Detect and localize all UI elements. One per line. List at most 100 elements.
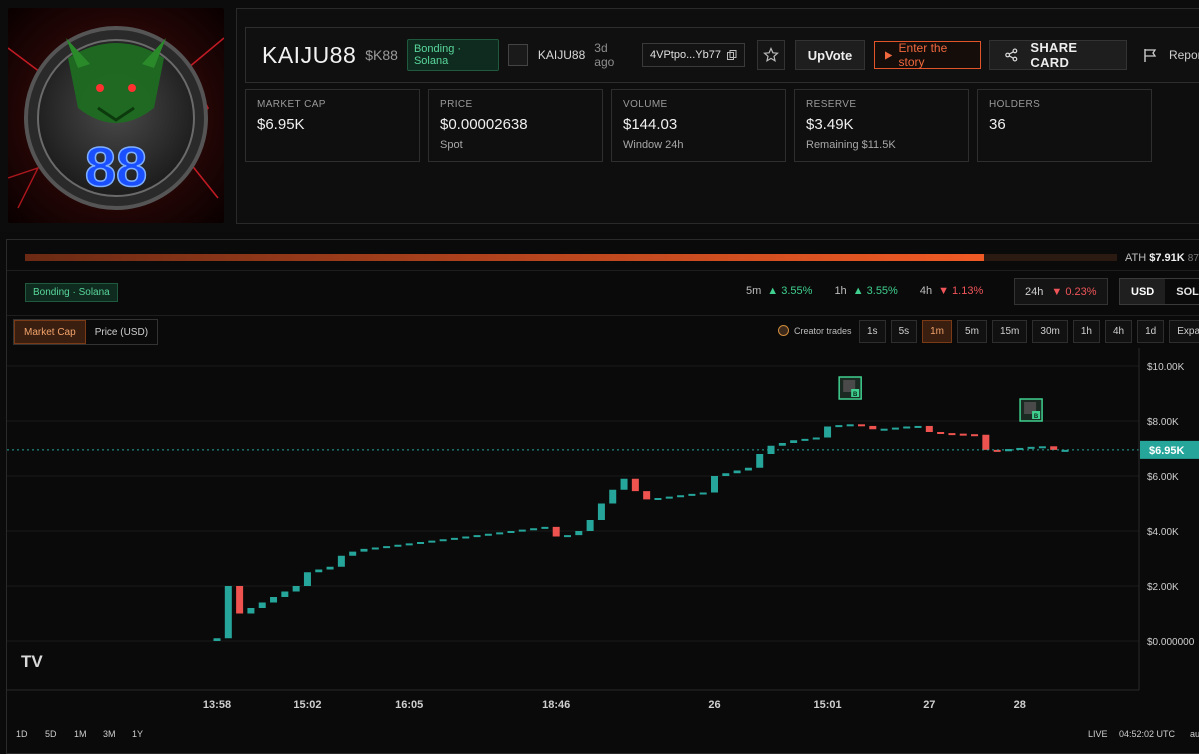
creator-name[interactable]: KAIJU88 <box>538 48 585 62</box>
candle[interactable] <box>360 548 368 552</box>
candle[interactable] <box>394 544 402 547</box>
candle[interactable] <box>857 424 865 427</box>
candlestick-chart[interactable]: B B $10.00K $8.00K $6.00K $4.00K $2.00K $0.000… <box>7 348 1199 754</box>
candle[interactable] <box>303 572 311 586</box>
tf-4h[interactable]: 4h <box>1104 320 1133 343</box>
range-button-3m[interactable]: 3M <box>103 729 116 739</box>
tf-5m[interactable]: 5m <box>957 320 987 343</box>
candle[interactable] <box>349 551 357 556</box>
candle[interactable] <box>383 546 391 549</box>
candle[interactable] <box>507 531 515 533</box>
candle[interactable] <box>484 533 492 536</box>
candle[interactable] <box>869 425 877 430</box>
candle[interactable] <box>541 526 549 529</box>
candle[interactable] <box>982 434 990 450</box>
candle[interactable] <box>292 586 300 592</box>
tf-1m[interactable]: 1m <box>922 320 953 343</box>
candle[interactable] <box>518 529 526 532</box>
change-5m[interactable]: 5m ▲ 3.55% <box>746 285 812 297</box>
share-card-button[interactable]: SHARE CARD <box>988 40 1127 70</box>
candle[interactable] <box>439 539 447 542</box>
tf-30m[interactable]: 30m <box>1032 320 1068 343</box>
tf-1s[interactable]: 1s <box>859 320 886 343</box>
change-1h[interactable]: 1h ▲ 3.55% <box>834 285 897 297</box>
tf-15m[interactable]: 15m <box>991 320 1028 343</box>
candle[interactable] <box>937 432 945 434</box>
currency-usd[interactable]: USD <box>1120 279 1166 304</box>
candle[interactable] <box>1027 446 1035 449</box>
candle[interactable] <box>812 437 820 440</box>
candle[interactable] <box>790 440 798 443</box>
creator-avatar[interactable] <box>507 44 528 66</box>
candle[interactable] <box>744 467 752 471</box>
candle[interactable] <box>326 566 334 570</box>
mode-market-cap[interactable]: Market Cap <box>14 320 86 344</box>
tf-1h[interactable]: 1h <box>1072 320 1100 343</box>
report-button[interactable]: Report <box>1143 40 1199 70</box>
candle[interactable] <box>948 433 956 436</box>
favorite-button[interactable] <box>756 40 785 70</box>
range-button-5d[interactable]: 5D <box>45 729 57 739</box>
candle[interactable] <box>371 547 379 550</box>
upvote-button[interactable]: UpVote <box>794 40 866 70</box>
candle[interactable] <box>1038 446 1046 449</box>
candle[interactable] <box>880 428 888 431</box>
candle[interactable] <box>315 569 323 573</box>
candle[interactable] <box>722 473 730 476</box>
candle[interactable] <box>609 489 617 504</box>
candle[interactable] <box>552 526 560 537</box>
creator-trade-marker[interactable]: B <box>838 376 862 400</box>
range-button-1y[interactable]: 1Y <box>132 729 143 739</box>
candle[interactable] <box>891 427 899 430</box>
address-copy-button[interactable]: 4VPtpo...Yb77 <box>642 43 745 67</box>
candle[interactable] <box>914 425 922 428</box>
candle[interactable] <box>654 498 662 500</box>
candle[interactable] <box>801 438 809 441</box>
candle[interactable] <box>677 495 685 498</box>
range-button-1m[interactable]: 1M <box>74 729 87 739</box>
change-4h[interactable]: 4h ▼ 1.13% <box>920 285 983 297</box>
candle[interactable] <box>224 586 232 639</box>
candle[interactable] <box>959 433 967 436</box>
candle[interactable] <box>620 478 628 490</box>
candle[interactable] <box>756 454 764 468</box>
candle[interactable] <box>281 591 289 598</box>
creator-trades-toggle[interactable]: Creator trades <box>778 325 852 336</box>
candle[interactable] <box>699 492 707 495</box>
expand-button[interactable]: Expa <box>1169 320 1199 343</box>
mode-price-usd[interactable]: Price (USD) <box>86 320 157 344</box>
candle[interactable] <box>688 493 696 496</box>
candle[interactable] <box>462 536 470 539</box>
candle[interactable] <box>564 535 572 538</box>
candle[interactable] <box>473 535 481 538</box>
candle[interactable] <box>1050 446 1058 450</box>
creator-trade-marker[interactable]: B <box>1019 398 1043 422</box>
candle[interactable] <box>597 503 605 521</box>
enter-story-button[interactable]: Enter the story <box>874 41 981 69</box>
candle[interactable] <box>530 528 538 531</box>
candle[interactable] <box>258 602 266 609</box>
candle[interactable] <box>586 520 594 531</box>
candle[interactable] <box>270 597 278 603</box>
candle[interactable] <box>846 424 854 427</box>
candle[interactable] <box>971 434 979 437</box>
change-24h[interactable]: 24h ▼ 0.23% <box>1014 278 1108 305</box>
range-button-1d[interactable]: 1D <box>16 729 28 739</box>
candle[interactable] <box>665 496 673 499</box>
candle[interactable] <box>903 426 911 429</box>
chart-svg[interactable]: B B $10.00K $8.00K $6.00K $4.00K $2.00K $0.000… <box>7 348 1199 754</box>
tf-5s[interactable]: 5s <box>890 320 918 343</box>
candle[interactable] <box>733 470 741 474</box>
candle[interactable] <box>236 586 244 614</box>
currency-sol[interactable]: SOL <box>1165 279 1199 304</box>
candle[interactable] <box>496 532 504 535</box>
candle[interactable] <box>835 425 843 428</box>
candle[interactable] <box>337 555 345 567</box>
tf-1d[interactable]: 1d <box>1137 320 1165 343</box>
candle[interactable] <box>643 491 651 500</box>
candle[interactable] <box>925 425 933 432</box>
candle[interactable] <box>631 478 639 492</box>
candle[interactable] <box>417 542 425 544</box>
candle[interactable] <box>213 638 221 641</box>
candle[interactable] <box>405 543 413 546</box>
